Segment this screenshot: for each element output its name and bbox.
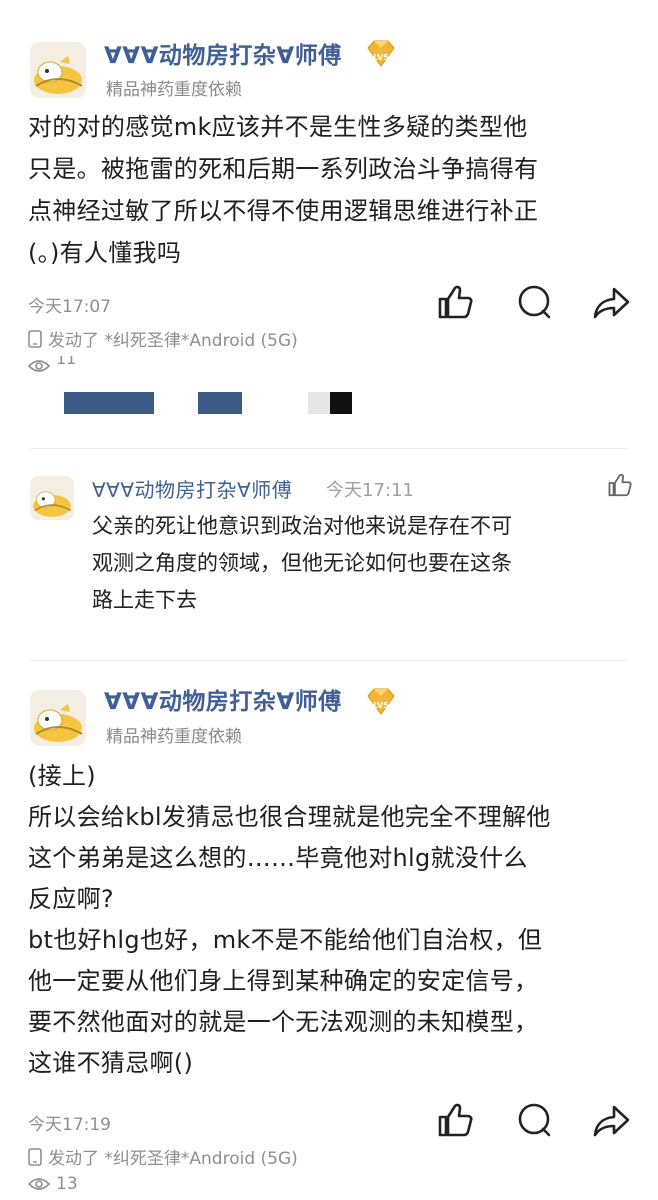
redacted-bar [330, 392, 352, 414]
avatar[interactable] [30, 42, 86, 98]
comment-icon[interactable] [512, 280, 556, 324]
divider [30, 660, 628, 661]
share-icon[interactable] [590, 1098, 634, 1142]
device-text: 发动了 *纠死圣律*Android (5G) [48, 331, 298, 351]
redacted-bar [198, 392, 242, 414]
view-count: 11 [28, 356, 76, 376]
device-info: 发动了 *纠死圣律*Android (5G) [28, 326, 298, 351]
view-count-text: 13 [56, 1174, 78, 1194]
view-count: 13 [28, 1174, 78, 1194]
reply-body: 父亲的死让他意识到政治对他来说是存在不可 观测之角度的领域，但他无论如何也要在这… [92, 514, 512, 612]
reply-comment: ∀∀∀动物房打杂∀师傅 今天17:11 父亲的死让他意识到政治对他来说是存在不可… [0, 460, 658, 640]
post-time: 今天17:19 [28, 1115, 111, 1135]
device-text: 发动了 *纠死圣律*Android (5G) [48, 1149, 298, 1169]
like-icon[interactable] [604, 470, 634, 500]
share-icon[interactable] [590, 280, 634, 324]
like-icon[interactable] [432, 280, 476, 324]
level-badge-icon: LV5 [367, 40, 395, 67]
avatar[interactable] [30, 690, 86, 746]
post-1: ∀∀∀动物房打杂∀师傅 LV5 精品神药重度依赖 对的对的感觉mk应该并不是生性… [0, 0, 658, 470]
post-body: 对的对的感觉mk应该并不是生性多疑的类型他 只是。被拖雷的死和后期一系列政治斗争… [28, 113, 539, 267]
user-subtitle: 精品神药重度依赖 [106, 727, 242, 747]
eye-icon [28, 360, 50, 372]
like-icon[interactable] [432, 1098, 476, 1142]
view-count-text: 11 [56, 356, 77, 368]
redacted-bar [64, 392, 154, 414]
user-subtitle: 精品神药重度依赖 [106, 80, 242, 100]
comment-icon[interactable] [512, 1098, 556, 1142]
username[interactable]: ∀∀∀动物房打杂∀师傅 [104, 36, 342, 70]
divider [30, 448, 628, 449]
phone-icon [28, 329, 42, 348]
post-body: (接上) 所以会给kbl发猜忌也很合理就是他完全不理解他 这个弟弟是这么想的……… [28, 762, 551, 1077]
phone-icon [28, 1147, 42, 1166]
avatar[interactable] [30, 476, 74, 520]
eye-icon [28, 1178, 50, 1190]
post-time: 今天17:07 [28, 297, 111, 317]
level-badge-icon: LV5 [367, 688, 395, 715]
username[interactable]: ∀∀∀动物房打杂∀师傅 [92, 474, 292, 503]
svg-text:LV5: LV5 [373, 701, 389, 710]
post-2: ∀∀∀动物房打杂∀师傅 LV5 精品神药重度依赖 (接上) 所以会给kbl发猜忌… [0, 672, 658, 1200]
svg-text:LV5: LV5 [373, 53, 389, 62]
device-info: 发动了 *纠死圣律*Android (5G) [28, 1144, 298, 1169]
reply-time: 今天17:11 [326, 480, 414, 501]
redacted-bar [308, 392, 330, 414]
username[interactable]: ∀∀∀动物房打杂∀师傅 [104, 682, 342, 716]
